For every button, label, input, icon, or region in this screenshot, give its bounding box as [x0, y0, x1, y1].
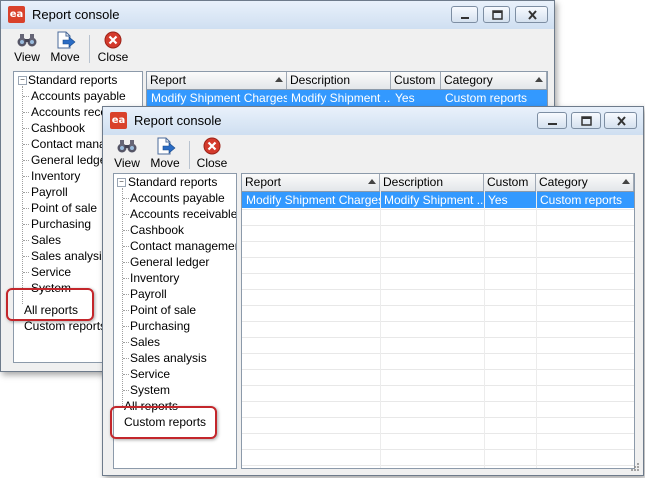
highlight-callout-all-reports	[6, 288, 94, 321]
cell-category: Custom reports	[445, 91, 528, 105]
toolbar: View Move Close	[103, 135, 643, 173]
minimize-icon	[548, 123, 557, 125]
cell-report: Modify Shipment Charges	[151, 91, 287, 105]
maximize-icon	[492, 10, 503, 20]
sort-ascending-icon	[275, 77, 283, 82]
close-circle-icon	[104, 31, 122, 49]
move-label: Move	[50, 50, 80, 64]
close-circle-icon	[203, 137, 221, 155]
close-button[interactable]: Close	[96, 31, 130, 65]
app-logo-icon: ea	[8, 6, 25, 23]
close-button[interactable]: Close	[195, 137, 229, 171]
table-row[interactable]: Modify Shipment Charges Modify Shipment …	[147, 90, 547, 106]
collapse-toggle[interactable]: −	[117, 178, 126, 187]
window-title: Report console	[32, 7, 120, 22]
tree-node-child[interactable]: Contact manag	[31, 136, 112, 152]
move-document-icon	[157, 137, 176, 155]
cell-category: Custom reports	[540, 193, 623, 207]
tree-node-child[interactable]: Point of sale	[130, 302, 196, 318]
tree-node-child[interactable]: General ledger	[31, 152, 110, 168]
minimize-button[interactable]	[451, 6, 478, 23]
tree-node-standard-reports[interactable]: Standard reports	[28, 72, 117, 88]
tree-node-child[interactable]: Inventory	[31, 168, 80, 184]
cell-description: Modify Shipment ...	[291, 91, 391, 105]
close-label: Close	[196, 156, 228, 170]
window-title: Report console	[134, 113, 222, 128]
column-description[interactable]: Description	[380, 174, 484, 191]
column-report[interactable]: Report	[242, 174, 380, 191]
cell-report: Modify Shipment Charges	[246, 193, 380, 207]
highlight-callout-custom-reports	[110, 406, 217, 439]
grid-header: Report Description Custom Category	[242, 174, 634, 192]
view-button[interactable]: View	[12, 31, 42, 65]
sort-ascending-icon	[368, 179, 376, 184]
grid-header: Report Description Custom Category	[147, 72, 547, 90]
tree-node-child[interactable]: Purchasing	[130, 318, 190, 334]
cell-custom: Yes	[488, 193, 508, 207]
close-window-button[interactable]	[604, 112, 637, 129]
tree-node-child[interactable]: Cashbook	[31, 120, 85, 136]
close-window-button[interactable]	[515, 6, 548, 23]
view-label: View	[114, 156, 140, 170]
app-logo-icon: ea	[110, 112, 127, 129]
binoculars-icon	[17, 34, 37, 47]
column-category[interactable]: Category	[536, 174, 634, 191]
move-document-icon	[57, 31, 76, 49]
resize-grip-icon[interactable]	[630, 462, 640, 472]
tree-node-child[interactable]: Inventory	[130, 270, 179, 286]
cell-custom: Yes	[395, 91, 415, 105]
table-row[interactable]: Modify Shipment Charges Modify Shipment …	[242, 192, 634, 208]
tree-node-child[interactable]: Accounts payable	[130, 190, 225, 206]
column-custom[interactable]: Custom	[391, 72, 441, 89]
tree-node-child[interactable]: Purchasing	[31, 216, 91, 232]
tree-node-child[interactable]: Service	[31, 264, 71, 280]
cell-description: Modify Shipment ...	[384, 193, 484, 207]
tree-node-child[interactable]: Accounts payable	[31, 88, 126, 104]
collapse-toggle[interactable]: −	[18, 76, 27, 85]
column-description[interactable]: Description	[287, 72, 391, 89]
maximize-button[interactable]	[571, 112, 601, 129]
tree-node-child[interactable]: Payroll	[130, 286, 167, 302]
close-x-icon	[528, 10, 537, 20]
move-button[interactable]: Move	[148, 137, 182, 171]
close-x-icon	[617, 116, 626, 126]
tree-node-child[interactable]: System	[130, 382, 170, 398]
close-label: Close	[97, 50, 129, 64]
tree-node-child[interactable]: Point of sale	[31, 200, 97, 216]
tree-node-child[interactable]: Sales	[31, 232, 61, 248]
toolbar-separator	[189, 141, 190, 169]
report-grid: Report Description Custom Category Modif…	[241, 173, 635, 469]
sort-ascending-icon	[535, 77, 543, 82]
view-button[interactable]: View	[112, 137, 142, 171]
toolbar-separator	[89, 35, 90, 63]
tree-node-child[interactable]: Contact management	[130, 238, 236, 254]
view-label: View	[14, 50, 40, 64]
title-bar[interactable]: ea Report console	[1, 1, 554, 29]
move-label: Move	[150, 156, 180, 170]
maximize-button[interactable]	[483, 6, 510, 23]
maximize-icon	[581, 116, 592, 126]
minimize-button[interactable]	[537, 112, 567, 129]
tree-node-standard-reports[interactable]: Standard reports	[128, 174, 217, 190]
column-report[interactable]: Report	[147, 72, 287, 89]
column-custom[interactable]: Custom	[484, 174, 536, 191]
sort-ascending-icon	[622, 179, 630, 184]
column-category[interactable]: Category	[441, 72, 547, 89]
binoculars-icon	[117, 140, 137, 153]
tree-node-child[interactable]: Payroll	[31, 184, 68, 200]
tree-node-child[interactable]: Service	[130, 366, 170, 382]
title-bar[interactable]: ea Report console	[103, 107, 643, 135]
tree-node-child[interactable]: Accounts receivable	[130, 206, 236, 222]
move-button[interactable]: Move	[48, 31, 82, 65]
minimize-icon	[461, 17, 469, 19]
tree-node-child[interactable]: Sales analysis	[130, 350, 207, 366]
tree-node-child[interactable]: Cashbook	[130, 222, 184, 238]
toolbar: View Move Close	[1, 29, 554, 67]
tree-node-child[interactable]: Sales analysis	[31, 248, 108, 264]
tree-node-child[interactable]: General ledger	[130, 254, 209, 270]
tree-node-child[interactable]: Sales	[130, 334, 160, 350]
